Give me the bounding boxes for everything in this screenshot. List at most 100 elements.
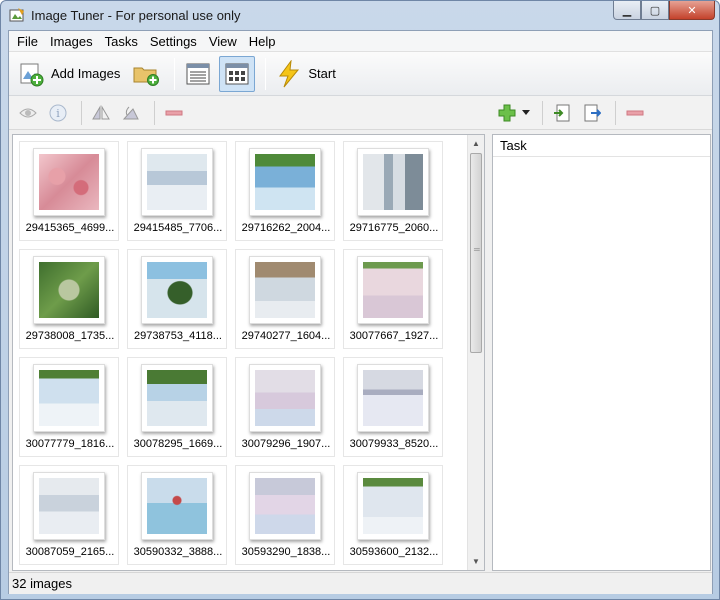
add-task-dropdown[interactable] (520, 101, 532, 125)
thumbnail-label: 29415365_4699... (25, 222, 115, 234)
thumbnail-frame (33, 148, 105, 216)
menu-help[interactable]: Help (243, 34, 282, 49)
start-lightning-icon (279, 59, 300, 87)
thumbnail-frame (141, 256, 213, 324)
menu-bar: File Images Tasks Settings View Help (9, 31, 712, 52)
info-button[interactable]: i (45, 101, 71, 125)
export-task-button[interactable] (579, 101, 605, 125)
title-bar[interactable]: Image Tuner - For personal use only ▁ ▢ … (1, 1, 719, 29)
thumbnail-label: 30078295_1669... (133, 438, 223, 450)
thumbnail-frame (249, 364, 321, 432)
maximize-button[interactable]: ▢ (641, 1, 669, 20)
menu-settings[interactable]: Settings (144, 34, 203, 49)
thumbnail-item[interactable]: 29716775_2060... (343, 141, 443, 241)
thumbnail-image (39, 370, 99, 426)
start-button[interactable]: Start (272, 56, 339, 92)
thumbnail-image (39, 262, 99, 318)
thumbnail-label: 30087059_2165... (25, 546, 115, 558)
thumbnail-item[interactable]: 30593600_2132... (343, 465, 443, 565)
thumbnail-item[interactable]: 30079296_1907... (235, 357, 335, 457)
flip-horizontal-button[interactable] (88, 101, 114, 125)
thumbnail-item[interactable]: 29716262_2004... (235, 141, 335, 241)
thumbnail-item[interactable]: 30593290_1838... (235, 465, 335, 565)
thumbnail-panel[interactable]: 29415365_4699... 29415485_7706... 297162… (12, 134, 485, 571)
toolbar-separator (174, 57, 176, 90)
toolbar-separator (154, 100, 155, 125)
app-window: Image Tuner - For personal use only ▁ ▢ … (0, 0, 720, 600)
minimize-button[interactable]: ▁ (613, 1, 641, 20)
thumbnail-item[interactable]: 30590332_3888... (127, 465, 227, 565)
scroll-down-button[interactable]: ▼ (468, 553, 484, 570)
remove-image-button[interactable] (161, 101, 187, 125)
import-task-button[interactable] (549, 101, 575, 125)
thumbnail-frame (357, 256, 429, 324)
task-column-header[interactable]: Task (493, 135, 710, 157)
thumbnail-item[interactable]: 29740277_1604... (235, 249, 335, 349)
thumbnail-frame (141, 364, 213, 432)
close-button[interactable]: ✕ (669, 1, 715, 20)
toolbar-separator (265, 57, 267, 90)
thumbnail-label: 29415485_7706... (133, 222, 223, 234)
thumbnail-image (147, 478, 207, 534)
client-area: File Images Tasks Settings View Help Add… (8, 30, 713, 594)
thumbnail-label: 29740277_1604... (241, 330, 331, 342)
thumbnail-item[interactable]: 29738753_4118... (127, 249, 227, 349)
app-icon (9, 8, 24, 22)
window-controls: ▁ ▢ ✕ (613, 1, 715, 20)
scroll-up-button[interactable]: ▲ (468, 135, 484, 152)
export-task-icon (584, 104, 601, 122)
thumbnail-label: 30077667_1927... (349, 330, 439, 342)
thumbnail-image (255, 478, 315, 534)
menu-view[interactable]: View (203, 34, 243, 49)
add-images-label: Add Images (51, 66, 121, 81)
thumbnail-image (255, 154, 315, 210)
toolbar-separator (615, 101, 616, 125)
thumbnail-frame (141, 472, 213, 540)
add-images-icon (20, 63, 44, 86)
list-view-button[interactable] (181, 56, 215, 92)
start-label: Start (308, 66, 336, 81)
add-folder-button[interactable] (128, 56, 164, 92)
task-toolbar (494, 96, 652, 130)
main-toolbar: Add Images Start (9, 52, 712, 96)
add-images-button[interactable]: Add Images (15, 56, 124, 92)
info-icon: i (49, 104, 67, 121)
thumbnail-frame (33, 256, 105, 324)
thumbnail-item[interactable]: 30078295_1669... (127, 357, 227, 457)
scroll-up-icon: ▲ (472, 139, 480, 148)
menu-tasks[interactable]: Tasks (99, 34, 144, 49)
thumbnail-frame (249, 256, 321, 324)
remove-task-button[interactable] (622, 101, 648, 125)
toolbar-separator (81, 100, 82, 125)
flip-horizontal-icon (92, 104, 110, 119)
thumbnail-label: 30593600_2132... (349, 546, 439, 558)
thumbnail-item[interactable]: 29738008_1735... (19, 249, 119, 349)
add-task-icon (498, 104, 516, 122)
menu-file[interactable]: File (11, 34, 44, 49)
thumbnail-item[interactable]: 30087059_2165... (19, 465, 119, 565)
thumbnail-image (255, 370, 315, 426)
toolbar-separator (542, 101, 543, 125)
preview-button[interactable] (15, 101, 41, 125)
task-panel[interactable]: Task (492, 134, 711, 571)
thumbnail-label: 30079296_1907... (241, 438, 331, 450)
thumbnail-label: 29716262_2004... (241, 222, 331, 234)
thumbnail-item[interactable]: 29415485_7706... (127, 141, 227, 241)
thumbnail-item[interactable]: 30077779_1816... (19, 357, 119, 457)
thumbnail-image (363, 478, 423, 534)
scroll-down-icon: ▼ (472, 557, 480, 566)
flip-vertical-button[interactable] (118, 101, 144, 125)
menu-images[interactable]: Images (44, 34, 99, 49)
add-task-button[interactable] (494, 101, 520, 125)
vertical-scrollbar[interactable]: ▲ ═ ▼ (467, 135, 484, 570)
thumbnail-item[interactable]: 30079933_8520... (343, 357, 443, 457)
thumbnail-item[interactable]: 30077667_1927... (343, 249, 443, 349)
thumbnail-label: 29738753_4118... (134, 330, 222, 342)
thumbnail-view-button[interactable] (219, 55, 256, 92)
thumbnail-frame (141, 148, 213, 216)
thumbnail-image (147, 262, 207, 318)
thumbnail-label: 30079933_8520... (349, 438, 439, 450)
thumbnail-frame (249, 148, 321, 216)
thumbnail-item[interactable]: 29415365_4699... (19, 141, 119, 241)
scroll-thumb[interactable]: ═ (470, 153, 482, 353)
